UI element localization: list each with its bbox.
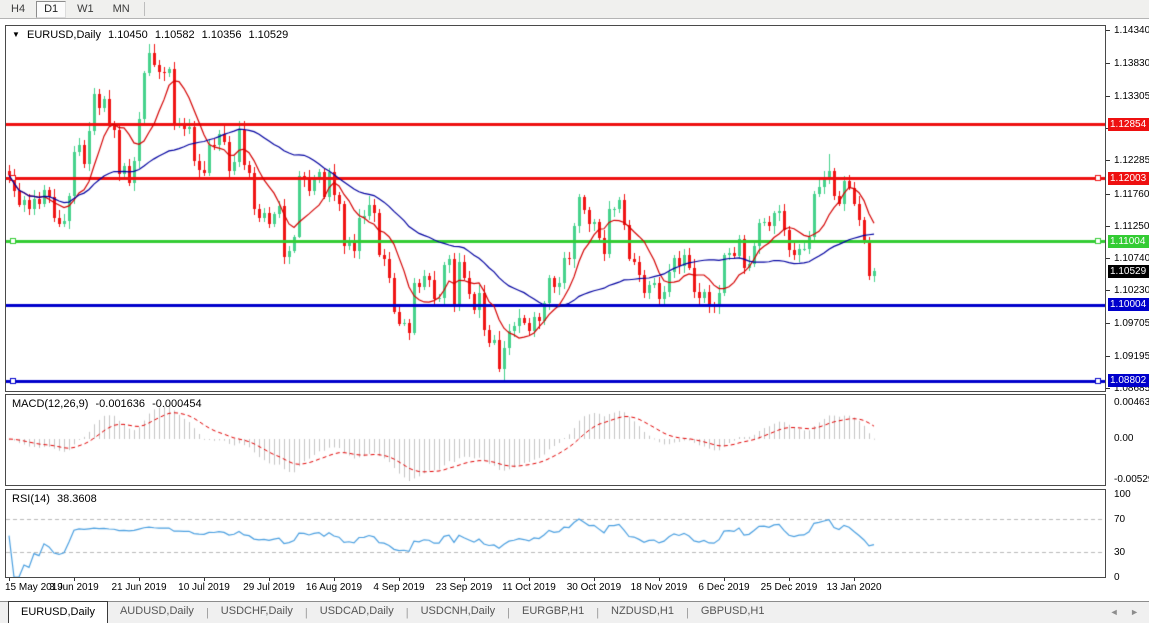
timeframe-toolbar: H4D1W1MN <box>0 0 1149 19</box>
macd-label: MACD(12,26,9) -0.001636 -0.000454 <box>12 398 206 410</box>
price-axis-label: 1.10740 <box>1114 253 1149 264</box>
price-axis-label: 1.10230 <box>1114 285 1149 296</box>
price-axis-label: 1.13305 <box>1114 91 1149 102</box>
price-axis[interactable]: 1.143401.138301.133051.127951.122851.117… <box>1106 25 1149 598</box>
axis-tick <box>1106 63 1110 64</box>
axis-tick <box>1106 160 1110 161</box>
date-tick <box>204 578 205 581</box>
rsi-canvas[interactable] <box>6 490 1105 577</box>
ohlc-open: 1.10450 <box>108 29 148 41</box>
date-tick <box>529 578 530 581</box>
price-axis-label: 1.14340 <box>1114 25 1149 36</box>
date-tick <box>9 578 10 581</box>
tf-button-h4[interactable]: H4 <box>3 1 33 18</box>
price-line-badge: 1.12854 <box>1108 118 1149 131</box>
tab-scroll-right-icon[interactable]: ► <box>1130 607 1139 617</box>
tab-gbpusd-h1[interactable]: GBPUSD,H1 <box>689 602 777 623</box>
macd-axis-label: 0.00463 <box>1114 397 1149 408</box>
date-tick <box>594 578 595 581</box>
date-tick <box>139 578 140 581</box>
tf-button-mn[interactable]: MN <box>105 1 138 18</box>
tab-nzdusd-h1[interactable]: NZDUSD,H1 <box>599 602 686 623</box>
price-line-badge: 1.11004 <box>1108 235 1149 248</box>
tab-usdcnh-daily[interactable]: USDCNH,Daily <box>409 602 508 623</box>
price-axis-label: 1.09705 <box>1114 318 1149 329</box>
price-line-badge: 1.10529 <box>1108 265 1149 278</box>
macd-value-main: -0.001636 <box>95 398 145 410</box>
date-tick <box>334 578 335 581</box>
tf-button-w1[interactable]: W1 <box>69 1 102 18</box>
toolbar-separator <box>144 2 145 16</box>
date-tick <box>854 578 855 581</box>
macd-value-signal: -0.000454 <box>152 398 202 410</box>
chart-tab-bar: EURUSD,DailyAUDUSD,Daily|USDCHF,Daily|US… <box>0 601 1149 623</box>
date-axis[interactable]: 15 May 20193 Jun 201921 Jun 201910 Jul 2… <box>5 578 1125 598</box>
rsi-axis-label: 100 <box>1114 489 1131 500</box>
price-axis-label: 1.11760 <box>1114 189 1149 200</box>
price-axis-label: 1.11250 <box>1114 221 1149 232</box>
rsi-value: 38.3608 <box>57 493 97 505</box>
ohlc-low: 1.10356 <box>202 29 242 41</box>
tab-audusd-daily[interactable]: AUDUSD,Daily <box>108 602 206 623</box>
axis-tick <box>1106 388 1110 389</box>
main-chart-panel[interactable]: ▼ EURUSD,Daily 1.10450 1.10582 1.10356 1… <box>5 25 1106 392</box>
tab-usdchf-daily[interactable]: USDCHF,Daily <box>209 602 305 623</box>
date-tick <box>464 578 465 581</box>
tab-scroll-arrows: ◄ ► <box>1101 607 1139 617</box>
date-tick <box>789 578 790 581</box>
date-tick <box>659 578 660 581</box>
date-tick <box>399 578 400 581</box>
axis-tick <box>1106 258 1110 259</box>
axis-tick <box>1106 226 1110 227</box>
date-tick <box>724 578 725 581</box>
price-line-badge: 1.08802 <box>1108 374 1149 387</box>
candlestick-chart-canvas[interactable] <box>6 26 1105 391</box>
price-axis-label: 1.13830 <box>1114 58 1149 69</box>
rsi-name: RSI(14) <box>12 493 50 505</box>
tab-eurgbp-h1[interactable]: EURGBP,H1 <box>510 602 596 623</box>
chart-symbol-label: EURUSD,Daily <box>27 29 101 41</box>
axis-tick <box>1106 290 1110 291</box>
chart-title: ▼ EURUSD,Daily 1.10450 1.10582 1.10356 1… <box>12 29 292 41</box>
price-axis-label: 1.09195 <box>1114 351 1149 362</box>
ohlc-close: 1.10529 <box>249 29 289 41</box>
tab-scroll-left-icon[interactable]: ◄ <box>1110 607 1119 617</box>
axis-tick <box>1106 96 1110 97</box>
macd-name: MACD(12,26,9) <box>12 398 88 410</box>
axis-tick <box>1106 30 1110 31</box>
chevron-down-icon[interactable]: ▼ <box>12 30 20 39</box>
macd-indicator-panel[interactable]: MACD(12,26,9) -0.001636 -0.000454 <box>5 394 1106 486</box>
price-axis-label: 1.12285 <box>1114 155 1149 166</box>
tab-usdcad-daily[interactable]: USDCAD,Daily <box>308 602 406 623</box>
rsi-axis-label: 70 <box>1114 514 1125 525</box>
rsi-label: RSI(14) 38.3608 <box>12 493 101 505</box>
price-line-badge: 1.10004 <box>1108 298 1149 311</box>
macd-axis-label: -0.005299 <box>1114 474 1149 485</box>
price-line-badge: 1.12003 <box>1108 172 1149 185</box>
date-tick <box>74 578 75 581</box>
date-label: 13 Jan 2020 <box>814 582 894 593</box>
tab-eurusd-daily[interactable]: EURUSD,Daily <box>8 601 108 623</box>
axis-tick <box>1106 323 1110 324</box>
rsi-indicator-panel[interactable]: RSI(14) 38.3608 <box>5 489 1106 578</box>
ohlc-high: 1.10582 <box>155 29 195 41</box>
axis-tick <box>1106 356 1110 357</box>
macd-axis-label: 0.00 <box>1114 433 1133 444</box>
axis-tick <box>1106 194 1110 195</box>
date-tick <box>269 578 270 581</box>
tf-button-d1[interactable]: D1 <box>36 1 66 18</box>
rsi-axis-label: 30 <box>1114 547 1125 558</box>
